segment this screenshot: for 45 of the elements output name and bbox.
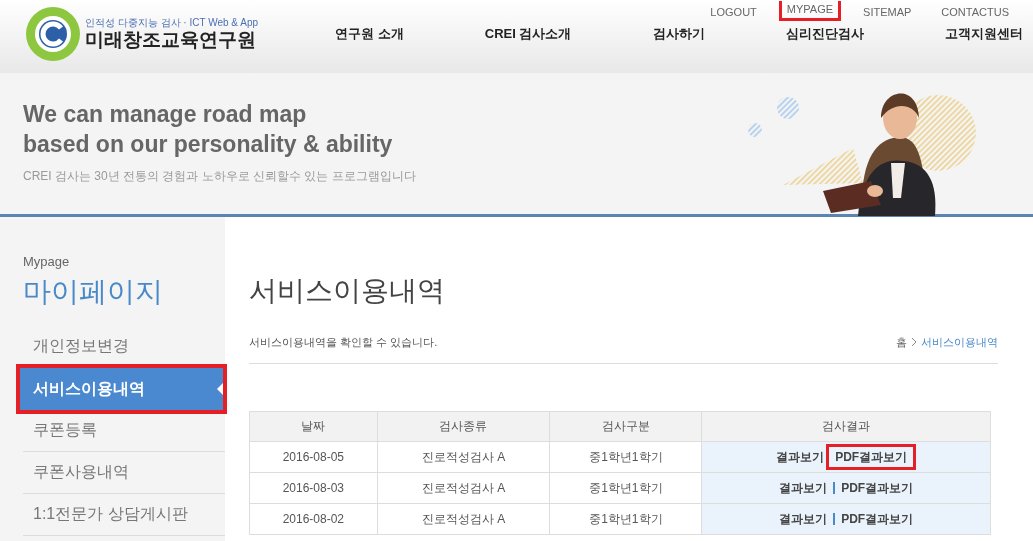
nav-link[interactable]: 연구원 소개 [335, 24, 404, 44]
pointer-icon [217, 382, 223, 395]
nav-link[interactable]: 검사하기 [652, 24, 705, 44]
logo-icon [25, 6, 81, 62]
page-title: 서비스이용내역 [249, 274, 446, 308]
result-link[interactable]: 결과보기 [779, 509, 828, 528]
table-cell: 2016-08-03 [249, 472, 378, 503]
top-link[interactable]: LOGOUT [702, 1, 765, 24]
table-cell: 중1학년1학기 [549, 503, 702, 534]
column-header: 검사종류 [377, 411, 550, 441]
sidebar-item[interactable]: 쿠폰등록 [23, 409, 225, 452]
page-description: 서비스이용내역을 확인할 수 있습니다. [249, 335, 438, 350]
result-link[interactable]: 결과보기 [776, 447, 825, 466]
nav-link[interactable]: 심리진단검사 [785, 24, 864, 44]
breadcrumb-link[interactable]: 서비스이용내역 [921, 334, 998, 351]
banner-headline: based on our personality & ability [23, 130, 394, 159]
column-header: 날짜 [249, 411, 378, 441]
chevron-icon [911, 337, 917, 348]
table-cell: 2016-08-05 [249, 441, 378, 472]
top-link[interactable]: MYPAGE [778, 1, 842, 21]
table-cell: 중1학년1학기 [549, 441, 702, 472]
result-link[interactable]: PDF결과보기 [841, 478, 914, 497]
sidebar-title: 마이페이지 [22, 274, 164, 309]
result-link[interactable]: 결과보기 [779, 478, 828, 497]
top-link[interactable]: SITEMAP [855, 1, 920, 24]
table-cell: 중1학년1학기 [549, 472, 702, 503]
banner-headline: We can manage road map [23, 100, 308, 129]
sidebar-item[interactable]: 1:1전문가 상담게시판 [23, 493, 225, 536]
table-cell: 진로적성검사 A [377, 503, 550, 534]
logo-tagline: 인적성 다중지능 검사 · ICT Web & App [85, 17, 258, 29]
table-cell: 진로적성검사 A [377, 472, 550, 503]
nav-link[interactable]: 고객지원센터 [945, 24, 1023, 44]
banner-subtitle: CREI 검사는 30년 전통의 경험과 노하우로 신뢰할수 있는 프로그램입니다 [23, 168, 417, 185]
sidebar-caption: Mypage [22, 253, 71, 271]
sidebar-item[interactable]: 쿠폰사용내역 [23, 451, 225, 494]
top-link[interactable]: CONTACTUS [933, 1, 1017, 24]
result-link[interactable]: PDF결과보기 [841, 509, 914, 528]
table-cell: 2016-08-02 [249, 503, 378, 534]
column-header: 검사결과 [701, 411, 991, 441]
logo-name: 미래창조교육연구원 [85, 29, 257, 51]
table-cell: 진로적성검사 A [377, 441, 550, 472]
result-link[interactable]: PDF결과보기 [826, 443, 917, 470]
nav-link[interactable]: CREI 검사소개 [484, 24, 572, 44]
column-header: 검사구분 [549, 411, 702, 441]
breadcrumb-link[interactable]: 홈 [896, 334, 907, 351]
